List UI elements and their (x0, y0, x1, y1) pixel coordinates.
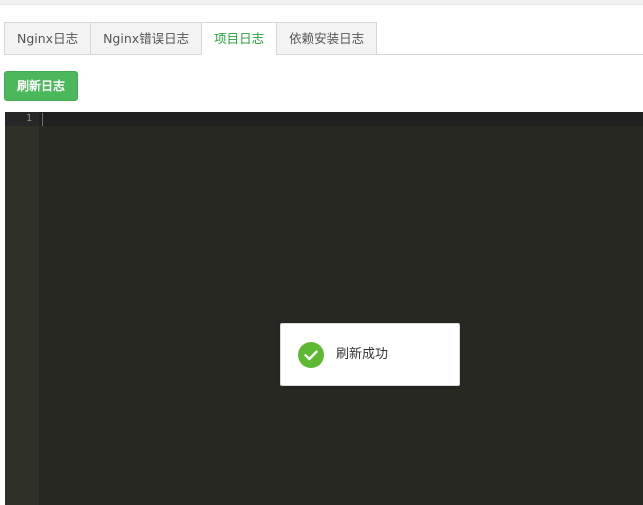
tab-nginx-error-log[interactable]: Nginx错误日志 (90, 22, 202, 55)
log-panel: Nginx日志 Nginx错误日志 项目日志 依赖安装日志 刷新日志 1 刷新成… (0, 0, 643, 505)
line-number: 1 (25, 113, 32, 124)
tab-nginx-log[interactable]: Nginx日志 (4, 22, 91, 55)
active-line-highlight (5, 112, 643, 126)
log-editor[interactable]: 1 (5, 112, 643, 505)
tab-project-log[interactable]: 项目日志 (201, 22, 277, 55)
top-strip (0, 0, 643, 5)
editor-gutter (5, 112, 39, 505)
tab-dependency-install-log[interactable]: 依赖安装日志 (276, 22, 378, 55)
refresh-log-button[interactable]: 刷新日志 (4, 71, 78, 101)
toast-message: 刷新成功 (336, 347, 389, 362)
text-cursor (42, 113, 43, 126)
check-circle-icon (298, 342, 324, 368)
log-tabs: Nginx日志 Nginx错误日志 项目日志 依赖安装日志 (4, 22, 378, 55)
success-toast: 刷新成功 (280, 323, 460, 386)
